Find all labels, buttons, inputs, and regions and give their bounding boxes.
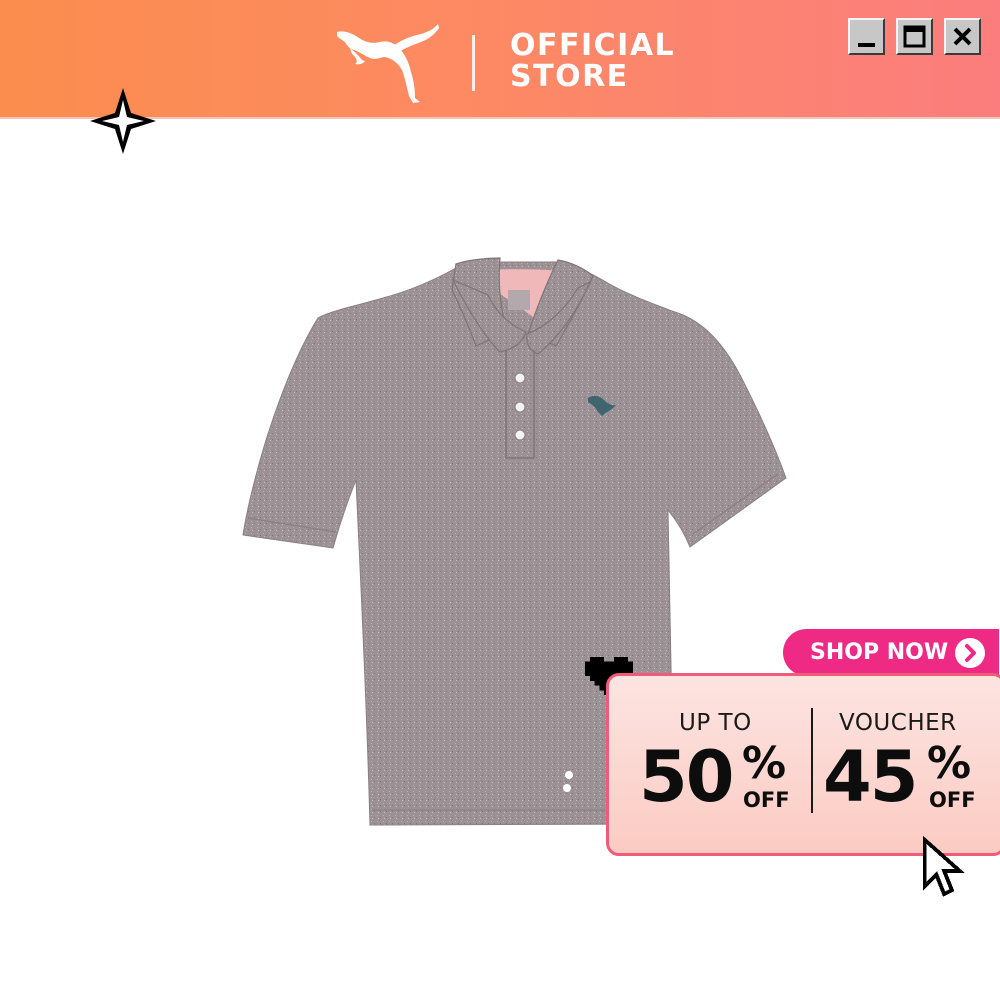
minimize-icon [858, 43, 875, 47]
promo-left-value: 50 [639, 736, 734, 818]
promo-separator [811, 708, 813, 813]
close-button[interactable] [944, 18, 981, 55]
promo-right-suffix: OFF [929, 788, 976, 812]
promo-right-percent: % [927, 738, 972, 789]
promo-left-label: UP TO [679, 710, 752, 736]
maximize-button[interactable] [896, 18, 933, 55]
shop-now-arrow [955, 638, 985, 668]
minimize-button[interactable] [848, 18, 885, 55]
promo-right-label: VOUCHER [839, 710, 957, 736]
shop-now-label: SHOP NOW [810, 640, 949, 665]
store-title-line2: STORE [510, 59, 629, 94]
chevron-right-icon [965, 644, 976, 662]
store-title: OFFICIAL STORE [510, 30, 675, 92]
promo-left-percent: % [742, 738, 787, 789]
sparkle-icon [90, 88, 156, 154]
shop-now-button[interactable]: SHOP NOW [783, 629, 999, 676]
decorative-dots [563, 771, 573, 792]
promo-card[interactable]: UP TO 50 % OFF VOUCHER 45 % OFF [606, 673, 1000, 856]
mouse-pointer-icon [922, 836, 965, 897]
promo-left-suffix: OFF [743, 788, 790, 812]
maximize-icon [903, 25, 926, 48]
header-divider [472, 35, 475, 91]
puma-logo-icon [337, 24, 439, 104]
store-title-line1: OFFICIAL [510, 28, 676, 63]
promo-right-value: 45 [823, 736, 918, 818]
close-icon [953, 27, 972, 46]
